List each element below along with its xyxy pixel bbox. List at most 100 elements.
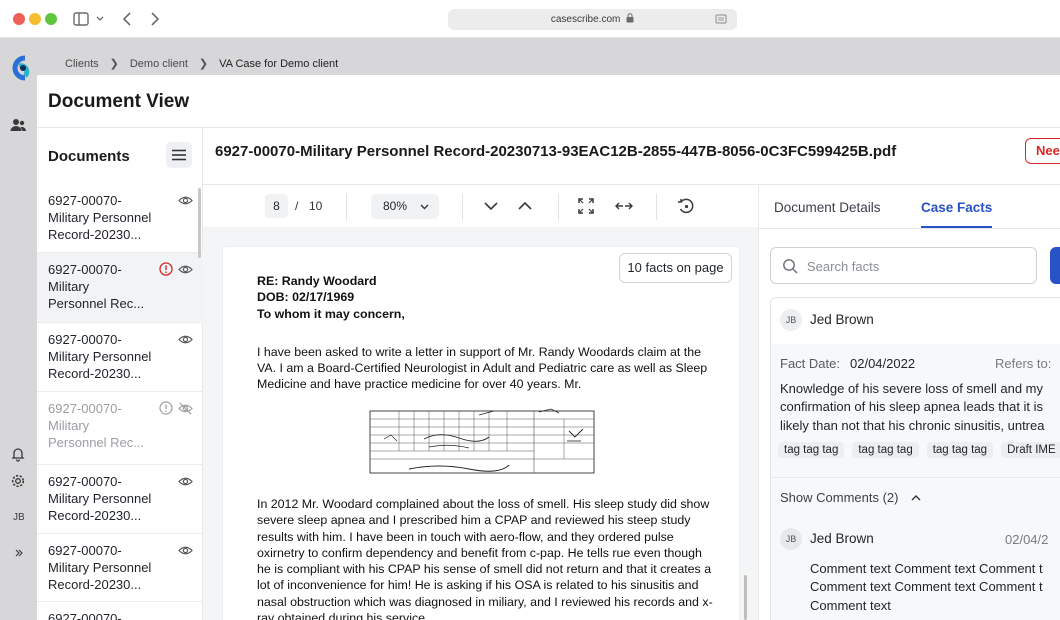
chevron-up-icon <box>911 495 921 501</box>
document-item-selected[interactable]: 6927-00070- Military Personnel Rec... <box>37 253 203 323</box>
gear-icon[interactable] <box>10 473 26 489</box>
document-item[interactable]: 6927-00070- Military Personnel Record-20… <box>37 465 203 534</box>
fact-body: Fact Date: 02/04/2022 Refers to: Knowled… <box>771 344 1060 620</box>
documents-heading: Documents <box>48 148 130 165</box>
search-facts-field[interactable]: Search facts <box>770 247 1037 284</box>
breadcrumb-current: VA Case for Demo client <box>219 57 339 70</box>
fact-text-line: Knowledge of his severe loss of smell an… <box>780 381 1044 396</box>
previous-page-icon[interactable] <box>516 197 534 215</box>
fact-card[interactable]: JB Jed Brown Fact Date: 02/04/2022 Refer… <box>770 297 1060 620</box>
document-item[interactable]: 6927-00070- <box>37 602 203 620</box>
minimize-window-button[interactable] <box>29 13 41 25</box>
back-arrow-icon[interactable] <box>118 9 138 29</box>
fact-date-label: Fact Date: <box>780 356 840 371</box>
tab-document-details[interactable]: Document Details <box>774 200 881 215</box>
details-panel: Document Details Case Facts Search facts… <box>758 185 1060 620</box>
document-list-scrollbar[interactable] <box>198 188 201 258</box>
viewer-scrollbar[interactable] <box>744 575 747 620</box>
rotate-icon[interactable] <box>677 197 695 215</box>
document-name-line: Record-20230... <box>48 508 142 523</box>
reader-icon[interactable] <box>715 14 727 25</box>
maximize-window-button[interactable] <box>45 13 57 25</box>
toolbar-divider <box>656 194 657 220</box>
eye-icon[interactable] <box>178 332 193 347</box>
fact-text-line: likely than not that his chronic sinusit… <box>780 417 1045 433</box>
letter-body: In 2012 Mr. Woodard complained about the… <box>257 496 717 620</box>
breadcrumb-demo-client[interactable]: Demo client <box>130 58 188 70</box>
document-name-line: Personnel Rec... <box>48 435 145 450</box>
eye-icon[interactable] <box>178 262 193 277</box>
document-item-hidden[interactable]: 6927-00070- Military Personnel Rec... <box>37 392 203 465</box>
zoom-select[interactable]: 80% <box>371 194 439 219</box>
search-icon <box>783 259 798 274</box>
next-page-icon[interactable] <box>482 197 500 215</box>
bell-icon[interactable] <box>10 446 26 462</box>
fit-page-icon[interactable] <box>577 197 595 215</box>
documents-sidebar: Documents 6927-00070- Military Personnel… <box>37 128 203 620</box>
chevron-down-icon[interactable] <box>94 9 106 29</box>
comment-author: Jed Brown <box>810 531 874 546</box>
address-bar[interactable]: casescribe.com <box>448 9 737 30</box>
pdf-viewer[interactable]: 10 facts on page RE: Randy Woodard DOB: … <box>203 227 758 620</box>
eye-icon[interactable] <box>178 193 193 208</box>
main-panel: Document View Documents 6927-00070- Mili… <box>37 75 1060 620</box>
tag-chip[interactable]: tag tag tag <box>926 442 994 458</box>
tag-chip[interactable]: tag tag tag <box>852 442 919 458</box>
show-comments-label: Show Comments (2) <box>780 490 899 505</box>
eye-icon[interactable] <box>178 474 193 489</box>
page-separator: / <box>295 199 299 213</box>
expand-rail-icon[interactable] <box>13 547 25 559</box>
eye-off-icon[interactable] <box>178 401 193 416</box>
toolbar-divider <box>558 194 559 220</box>
document-item[interactable]: 6927-00070- Military Personnel Record-20… <box>37 184 203 253</box>
document-name-line: 6927-00070- <box>48 611 122 620</box>
comment-text-line: Comment text <box>810 597 891 613</box>
comment-text: Comment text Comment text Comment t Comm… <box>810 560 1060 615</box>
tab-case-facts[interactable]: Case Facts <box>921 200 992 215</box>
breadcrumb: Clients ❯ Demo client ❯ VA Case for Demo… <box>65 57 339 71</box>
eye-icon[interactable] <box>178 543 193 558</box>
show-comments-toggle[interactable]: Show Comments (2) <box>780 490 922 505</box>
page-title: Document View <box>48 91 190 112</box>
fact-author: Jed Brown <box>810 312 874 327</box>
fact-text: Knowledge of his severe loss of smell an… <box>780 380 1060 435</box>
scanned-form-image <box>369 407 595 478</box>
sidebar-toggle-icon[interactable] <box>71 9 91 29</box>
document-item[interactable]: 6927-00070- Military Personnel Record-20… <box>37 534 203 602</box>
author-avatar: JB <box>780 309 802 331</box>
divider <box>771 477 1060 478</box>
user-avatar[interactable]: JB <box>13 512 25 523</box>
comment: JB Jed Brown 02/04/2 Comment text Commen… <box>771 514 1060 620</box>
breadcrumb-separator-icon: ❯ <box>109 58 119 70</box>
document-name-line: Personnel Rec... <box>48 296 145 311</box>
close-window-button[interactable] <box>13 13 25 25</box>
letter-re-line: RE: Randy Woodard <box>257 274 377 288</box>
breadcrumb-clients[interactable]: Clients <box>65 58 99 70</box>
toolbar-divider <box>346 194 347 220</box>
file-title: 6927-00070-Military Personnel Record-202… <box>215 143 897 160</box>
letter-header: RE: Randy Woodard DOB: 02/17/1969 To who… <box>257 273 717 408</box>
document-name-line: Record-20230... <box>48 366 142 381</box>
forward-arrow-icon[interactable] <box>144 9 164 29</box>
search-placeholder: Search facts <box>807 259 880 274</box>
document-name-line: 6927-00070- <box>48 543 122 558</box>
users-icon[interactable] <box>9 116 27 134</box>
tag-chip[interactable]: Draft IME <box>1001 442 1060 458</box>
add-fact-button[interactable] <box>1050 247 1060 284</box>
page-number-input[interactable]: 8 <box>265 194 288 218</box>
document-name-line: Military Personnel <box>48 210 152 225</box>
fit-width-icon[interactable] <box>615 197 633 215</box>
document-name-line: Military Personnel <box>48 349 152 364</box>
document-name-line: 6927-00070- <box>48 332 122 347</box>
zoom-value: 80% <box>383 199 408 213</box>
browser-toolbar: casescribe.com <box>0 0 1060 38</box>
casescribe-logo-icon[interactable] <box>11 55 33 85</box>
document-item[interactable]: 6927-00070- Military Personnel Record-20… <box>37 323 203 392</box>
tag-chip[interactable]: tag tag tag <box>778 442 845 458</box>
documents-menu-button[interactable] <box>166 142 192 168</box>
lock-icon <box>626 13 634 23</box>
document-name-line: 6927-00070- <box>48 262 122 277</box>
comment-text-line: Comment text Comment text Comment t <box>810 579 1043 595</box>
letter-salutation: To whom it may concern, <box>257 306 405 321</box>
needs-review-button[interactable]: Nee <box>1025 138 1060 164</box>
